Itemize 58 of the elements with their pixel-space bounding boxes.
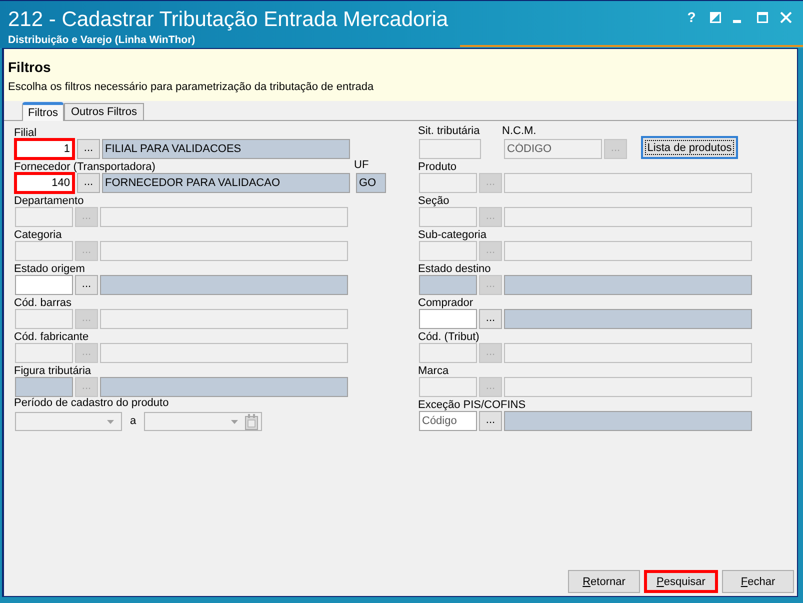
code-field[interactable] [15,275,73,295]
maximize-icon[interactable] [757,12,768,23]
description-field[interactable]: FILIAL PARA VALIDACOES [102,139,350,159]
field-label: Cód. (Tribut) [418,331,480,343]
field-label: Comprador [418,297,474,309]
half-filled-square-icon[interactable] [710,12,721,23]
calendar-icon [245,414,258,430]
caret-icon [107,420,114,424]
section-description: Escolha os filtros necessário para parametrização da tributação de entrada [8,80,374,94]
range-separator: a [130,415,136,428]
code-field[interactable] [419,275,477,295]
field-label: Figura tributária [14,365,92,377]
field-label: Sub-categoria [418,229,486,241]
code-field[interactable]: 1 [14,138,75,160]
section-title: Filtros [8,58,51,76]
minimize-icon[interactable] [733,20,741,23]
state-field[interactable]: GO [356,173,386,193]
field-label: Sit. tributária [418,125,480,138]
field-label: Departamento [14,195,84,207]
description-field[interactable]: FORNECEDOR PARA VALIDACAO [102,173,350,193]
tab[interactable]: Filtros [22,102,64,121]
lookup-button[interactable]: ... [75,275,98,295]
field-label: Estado origem [14,263,85,275]
footer-button[interactable]: Pesquisar [644,570,718,593]
description-field[interactable] [504,411,752,431]
tab[interactable]: Outros Filtros [64,103,144,120]
product-list-button[interactable]: Lista de produtos [641,136,738,159]
lookup-button[interactable]: ... [77,139,100,159]
field-label: Filial [14,127,37,139]
field-label: Categoria [14,229,62,241]
field-label: Período de cadastro do produto [14,397,169,410]
field-label: Produto [418,161,457,173]
code-field[interactable]: Código [419,411,477,431]
lookup-button[interactable]: ... [479,411,502,431]
window-subtitle: Distribuição e Varejo (Linha WinThor) [8,34,196,47]
field-label: Seção [418,195,450,207]
field-label: N.C.M. [502,125,536,138]
field-label: Exceção PIS/COFINS [418,399,526,411]
footer-button[interactable]: Fechar [722,570,794,593]
description-field[interactable] [504,309,752,329]
field-label: Fornecedor (Transportadora) [14,161,156,173]
code-field[interactable] [419,309,477,329]
lookup-button[interactable]: ... [479,309,502,329]
close-icon[interactable] [780,12,792,23]
field-label: UF [354,159,369,172]
description-field[interactable] [504,275,752,295]
description-field[interactable] [100,377,348,397]
lookup-button[interactable]: ... [77,173,100,193]
field-label: Marca [418,365,449,377]
code-field[interactable] [15,377,73,397]
code-field[interactable]: 140 [14,172,75,194]
description-field[interactable] [100,275,348,295]
window-title: 212 - Cadastrar Tributação Entrada Mercadoria [8,7,448,33]
field-label: Estado destino [418,263,491,275]
caret-icon [231,420,238,424]
field-label: Cód. fabricante [14,331,89,343]
footer-button[interactable]: Retornar [568,570,640,593]
field-label: Cód. barras [14,297,72,309]
